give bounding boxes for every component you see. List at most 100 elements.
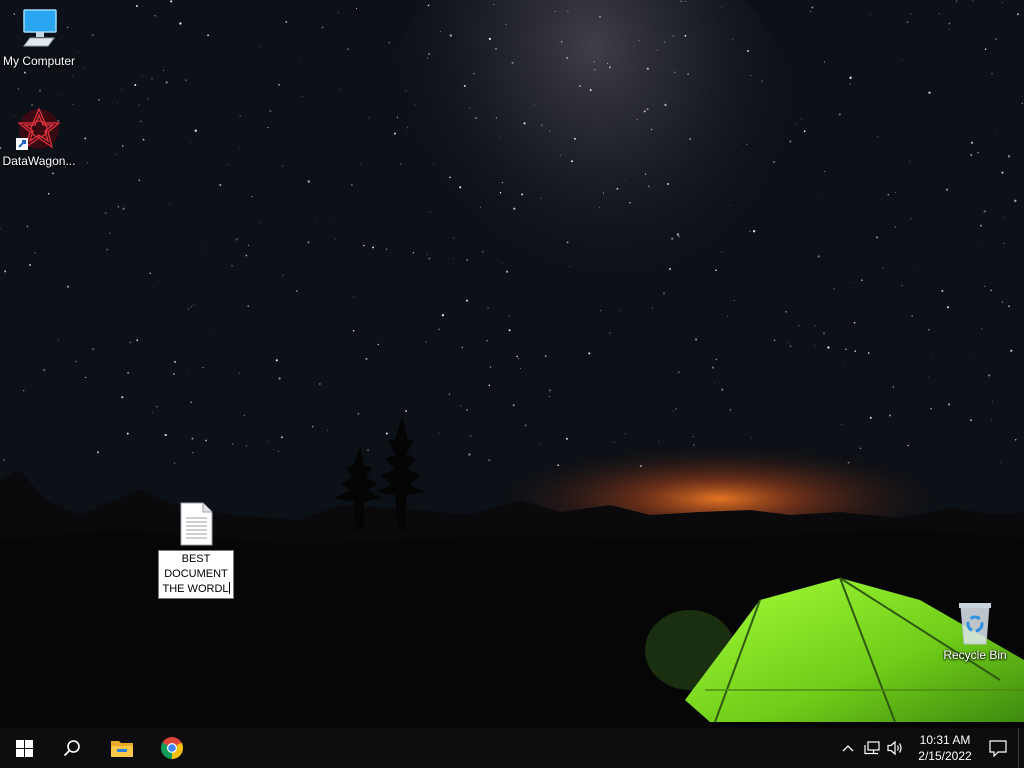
star	[243, 414, 246, 417]
chevron-up-icon	[842, 745, 854, 752]
star	[406, 126, 409, 129]
start-button[interactable]	[0, 728, 48, 768]
star	[667, 183, 669, 185]
star	[809, 63, 810, 65]
star	[301, 468, 302, 470]
star	[91, 34, 94, 37]
star	[245, 254, 248, 257]
file-explorer-icon	[111, 741, 133, 757]
star	[400, 163, 402, 165]
tray-overflow-button[interactable]	[836, 728, 860, 768]
star	[948, 403, 951, 406]
star	[693, 444, 695, 446]
star	[656, 49, 658, 51]
star	[720, 6, 722, 8]
star	[158, 280, 160, 282]
star	[193, 304, 195, 306]
show-desktop-button[interactable]	[1018, 728, 1024, 768]
star	[603, 192, 605, 194]
desktop-icon-recycle-bin[interactable]: Recycle Bin	[936, 600, 1014, 662]
star	[368, 117, 370, 119]
star	[460, 405, 462, 407]
star	[519, 368, 521, 370]
star	[85, 376, 87, 379]
desktop-icon-my-computer[interactable]: My Computer	[0, 6, 78, 68]
star	[466, 299, 468, 302]
star	[892, 386, 895, 388]
file-explorer-button[interactable]	[98, 728, 146, 768]
star	[231, 264, 233, 267]
star	[405, 90, 407, 92]
star	[190, 401, 192, 403]
desktop[interactable]: My Computer DataWagon... BEST DOCUMENT T…	[0, 0, 1024, 728]
star	[982, 241, 983, 243]
star	[814, 325, 816, 326]
star	[1001, 171, 1004, 174]
star	[714, 383, 715, 385]
star	[174, 360, 176, 363]
star	[72, 103, 74, 105]
star	[282, 274, 284, 276]
star	[499, 191, 502, 194]
desktop-icon-document[interactable]: BEST DOCUMENT THE WORDL	[156, 502, 236, 599]
star	[845, 348, 847, 351]
star	[992, 401, 993, 403]
star	[405, 410, 408, 412]
star	[468, 453, 471, 456]
star	[272, 449, 274, 450]
star	[302, 96, 304, 97]
star	[541, 124, 543, 126]
star	[689, 137, 692, 141]
star	[1014, 439, 1017, 441]
search-button[interactable]	[48, 728, 96, 768]
clock[interactable]: 10:31 AM 2/15/2022	[912, 728, 978, 768]
star	[459, 186, 462, 189]
star	[388, 41, 391, 44]
star	[7, 90, 8, 92]
star	[749, 74, 751, 76]
star	[673, 71, 676, 74]
star	[285, 20, 288, 23]
chrome-button[interactable]	[148, 728, 196, 768]
star	[259, 222, 260, 224]
star	[646, 67, 649, 70]
star	[126, 371, 130, 374]
star	[814, 345, 816, 347]
star	[669, 3, 671, 4]
star	[634, 66, 635, 68]
star	[34, 251, 36, 254]
star	[147, 98, 149, 100]
action-center-button[interactable]	[978, 728, 1018, 768]
rename-input[interactable]: BEST DOCUMENT THE WORDL	[158, 550, 234, 599]
star	[544, 355, 547, 357]
desktop-icon-label: My Computer	[2, 54, 76, 68]
star	[228, 164, 230, 166]
star	[104, 212, 107, 215]
star	[204, 247, 206, 249]
star	[894, 226, 897, 228]
star	[549, 395, 551, 398]
star	[154, 15, 156, 17]
star	[638, 39, 640, 42]
star	[566, 241, 569, 244]
star	[377, 343, 379, 346]
star	[894, 192, 896, 193]
star	[83, 67, 85, 69]
text-document-icon	[180, 502, 213, 546]
star	[92, 348, 95, 351]
star	[548, 389, 552, 392]
star	[990, 419, 992, 421]
star	[469, 435, 472, 438]
star	[994, 37, 997, 41]
star	[139, 120, 142, 123]
desktop-icon-datawagon[interactable]: DataWagon...	[0, 106, 78, 168]
star	[906, 21, 909, 24]
star	[78, 413, 80, 415]
star	[901, 60, 903, 62]
star	[489, 366, 492, 368]
volume-button[interactable]	[884, 728, 908, 768]
star	[606, 62, 609, 64]
star	[882, 267, 884, 269]
star	[319, 383, 321, 385]
network-button[interactable]	[860, 728, 884, 768]
